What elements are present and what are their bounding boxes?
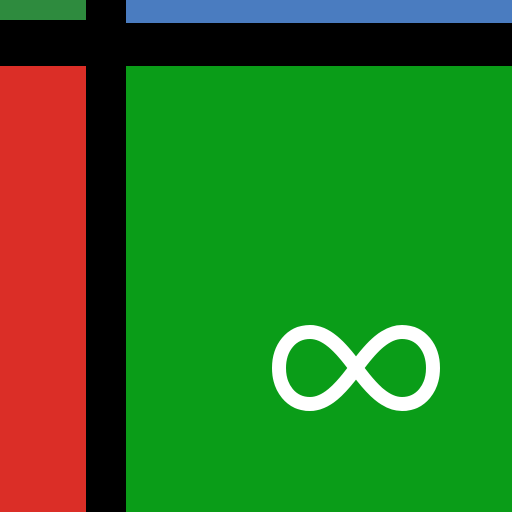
app-icon [0, 0, 512, 512]
left-tile [0, 66, 86, 512]
top-left-tile [0, 0, 86, 20]
infinity-icon [271, 324, 441, 412]
infinity-symbol-path [271, 324, 441, 412]
main-tile [126, 66, 512, 512]
top-right-tile [126, 0, 512, 23]
